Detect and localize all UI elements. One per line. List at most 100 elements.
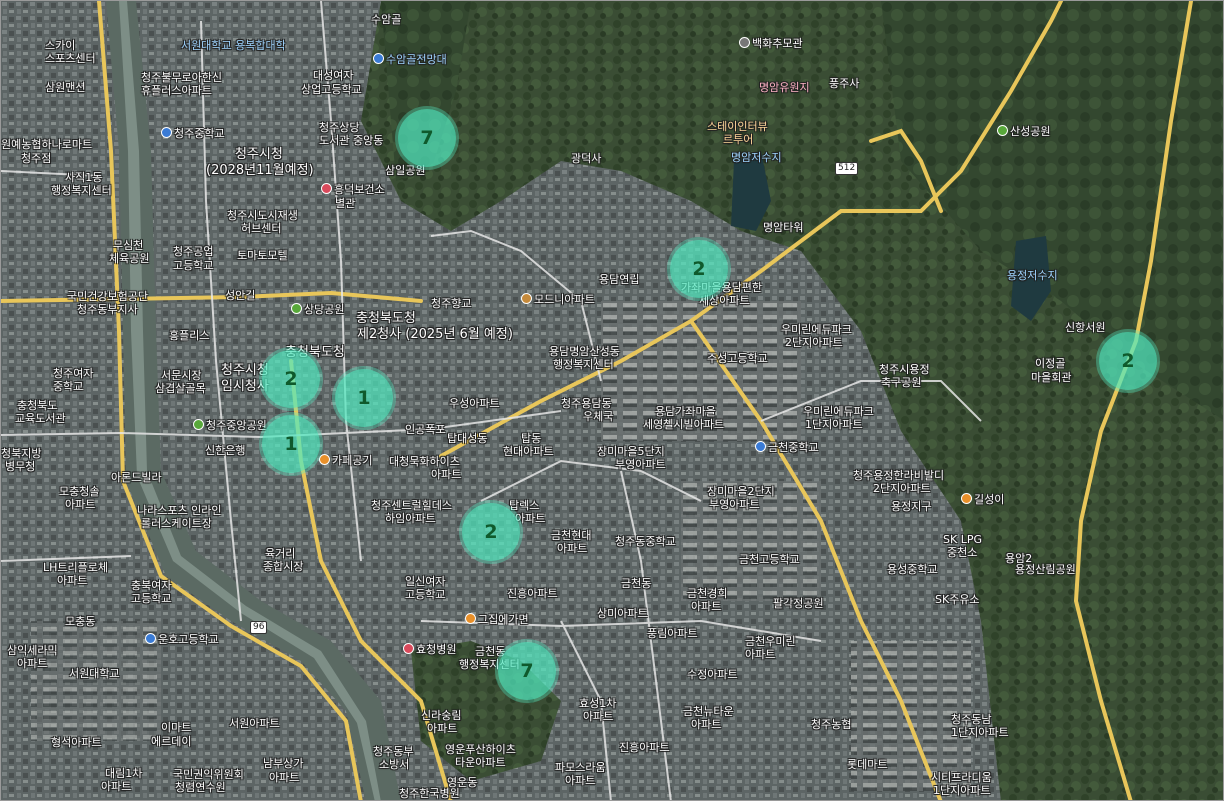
label-chunghyeop: 원예농협하나로마트	[1, 138, 93, 151]
label-fire-station: 소방서	[379, 758, 410, 771]
label-yongjeong-district: 용정지구	[891, 500, 932, 513]
label-geumcheon-urimi2: 아파트	[745, 648, 776, 661]
label-tomato-motel: 토마토모텔	[237, 249, 288, 262]
label-gukmin-rights: 국민권익위원회	[173, 768, 244, 781]
label-sports-center: 스카이	[45, 39, 76, 52]
label-namju-apt: 남부상가	[263, 757, 304, 770]
label-pamos-apt2: 아파트	[565, 774, 596, 787]
label-hub-center: 허브센터	[241, 222, 282, 235]
label-sinhan-bank: 신한은행	[205, 444, 246, 457]
label-yeongun-pusan: 영운푸산하이츠	[445, 743, 516, 756]
label-unho-high: 운호고등학교	[145, 633, 219, 646]
label-lotte-mart: 롯데마트	[847, 758, 888, 771]
label-cheongju-dongbu: 청주동부	[373, 745, 414, 758]
school-icon	[145, 633, 156, 644]
restaurant-icon	[465, 613, 476, 624]
label-yongam2: 용암2	[1005, 552, 1033, 565]
label-cheongju-yongdam2: 우체국	[583, 410, 614, 423]
cluster-marker[interactable]: 2	[1099, 332, 1157, 390]
label-sanhak2: 휴플러스아파트	[141, 84, 212, 97]
label-myeongam-tower: 명암타워	[763, 221, 804, 234]
label-ingokpokpo: 인공폭포	[405, 423, 446, 436]
label-hyoseong1b: 아파트	[583, 710, 614, 723]
cluster-marker[interactable]: 2	[462, 503, 520, 561]
label-suseong-apt: 수정아파트	[687, 668, 738, 681]
satellite-map[interactable]: 512 96 수암골 수암골전망대 서원대학교 용복합대학 대성여자 상업고등학…	[0, 0, 1224, 801]
label-silla-sungrim: 신라숭림	[421, 709, 462, 722]
label-usung-apt: 우성아파트	[449, 397, 500, 410]
school-icon	[161, 127, 172, 138]
label-cheongju-yongdam: 청주용담동	[561, 397, 612, 410]
cluster-marker[interactable]: 1	[262, 415, 320, 473]
label-samik-serathe: 삼익세라믹	[7, 644, 58, 657]
label-chungjugeoli: 청주점	[21, 152, 52, 165]
hospital-icon	[321, 183, 332, 194]
label-nara-sports: 나라스포츠 인라인	[137, 504, 222, 517]
label-sajik1: 사직1동	[65, 171, 103, 184]
label-emart: 이마트	[161, 721, 192, 734]
label-jungang-park: 청주중앙공원	[193, 419, 267, 432]
apartment-icon	[521, 293, 532, 304]
label-myeongam-res: 명암저수지	[731, 151, 782, 164]
label-hyoseong1: 효성1차	[579, 697, 617, 710]
road-shield-96: 96	[250, 621, 268, 634]
label-chungbuk-edu2: 교육도서관	[15, 412, 66, 425]
label-sangmi-apt: 상미아파트	[597, 607, 648, 620]
label-sports-center2: 스포츠센터	[45, 52, 96, 65]
label-geumcheon-newtown: 금천뉴타운	[683, 705, 734, 718]
label-heungdeok: 흥덕보건소	[321, 183, 385, 196]
label-urimi-edu1: 우미린에듀파크	[803, 405, 874, 418]
label-sangdang-park: 상당공원	[291, 303, 344, 316]
label-ijeonggol: 이정골	[1035, 357, 1066, 370]
label-gukmin-health2: 청주동부지사	[77, 303, 138, 316]
label-cheongju-admin: 청주시도시재생	[227, 209, 298, 222]
label-daesung-girls: 대성여자	[313, 69, 354, 82]
label-tapdong2: 현대아파트	[503, 445, 554, 458]
label-seowon-univ-gym: 서원대학교 용복합대학	[181, 39, 286, 52]
label-jinheung-apt2: 진흥아파트	[619, 741, 670, 754]
cluster-marker[interactable]: 1	[335, 369, 393, 427]
label-geumcheon-hyundai: 금천현대	[551, 529, 592, 542]
label-cheongju-hyanggyo: 청주향교	[431, 297, 472, 310]
label-namju-apt2: 아파트	[269, 771, 300, 784]
label-hyeongseok-apt: 형석아파트	[51, 736, 102, 749]
label-cheongju-center-hill2: 하임아파트	[385, 512, 436, 525]
label-urimi-edu: 우미린에듀파크	[781, 323, 852, 336]
label-jangmi2b: 부영아파트	[709, 498, 760, 511]
label-suamgol: 수암골	[371, 13, 402, 26]
label-geumcheon-kyeong2: 아파트	[691, 600, 722, 613]
label-tapreds2: 아파트	[515, 512, 546, 525]
cluster-marker[interactable]: 7	[498, 642, 556, 700]
map-base-layer	[1, 1, 1223, 800]
label-yugeori2: 종합시장	[263, 560, 304, 573]
label-chungbuk-2nd-building: 충청북도청	[356, 311, 416, 326]
label-daecheong-apt2: 아파트	[431, 468, 462, 481]
label-yugeori: 육거리	[265, 547, 296, 560]
label-geumcheon-hyundai2: 아파트	[557, 542, 588, 555]
label-myeongam-park: 명암유원지	[759, 81, 810, 94]
cluster-marker[interactable]: 2	[262, 350, 320, 408]
label-pungjusa: 풍주사	[829, 77, 860, 90]
cluster-marker[interactable]: 2	[670, 240, 728, 298]
label-chungbuk-jibang2: 병무청	[5, 460, 36, 473]
label-yeongun-pusan2: 타운아파트	[455, 756, 506, 769]
label-stay-inn2: 르투어	[723, 133, 754, 146]
cluster-marker[interactable]: 7	[398, 109, 456, 167]
label-chungbuk-2nd-note: 제2청사 (2025년 6월 예정)	[357, 327, 513, 342]
label-cheongju-yeoja: 청주여자	[53, 367, 94, 380]
label-seongan-street: 성안길	[225, 289, 256, 302]
road-shield-512: 512	[835, 162, 859, 175]
label-cheongju-dong-middle: 청주동중학교	[615, 535, 676, 548]
label-gukmin-health: 국민건강보험공단	[67, 290, 148, 303]
label-sinhangseowon: 신항서원	[1065, 321, 1106, 334]
label-yongam-welfare: 행정복지센터	[553, 358, 614, 371]
label-cheongju-tech: 청주공업	[173, 245, 214, 258]
label-ijeonggol2: 마을회관	[1031, 371, 1072, 384]
label-samik-serathe2: 아파트	[17, 657, 48, 670]
park-icon	[997, 125, 1008, 136]
label-city-hall-note: (2028년11월예정)	[206, 163, 314, 178]
label-library: 도서관	[319, 134, 350, 147]
label-lh-apt2: 아파트	[57, 574, 88, 587]
label-stay-inn: 스테이인터뷰	[707, 120, 768, 133]
label-sk-lpg: SK LPG	[943, 533, 982, 546]
